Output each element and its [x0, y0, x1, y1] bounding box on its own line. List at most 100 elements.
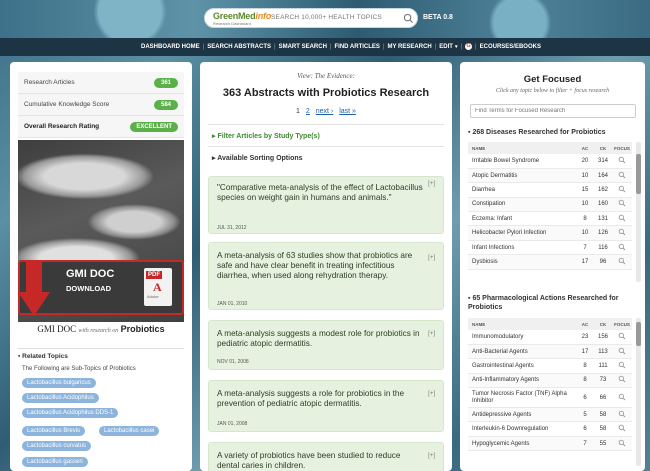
- related-tag[interactable]: Lactobacillus bulgaricus: [22, 378, 96, 388]
- table-row[interactable]: Anti-Inflammatory Agents 8 73: [468, 373, 632, 389]
- diseases-heading[interactable]: ▪ 268 Diseases Researched for Probiotics: [468, 128, 638, 137]
- header-search-box: GreenMedinfo Research Dashboard: [204, 8, 418, 28]
- abstract-card[interactable]: A meta-analysis suggests a modest role f…: [208, 320, 444, 370]
- site-logo[interactable]: GreenMedinfo Research Dashboard: [213, 11, 271, 26]
- nav-my-research[interactable]: MY RESEARCH: [388, 44, 432, 50]
- magnifier-icon[interactable]: [612, 254, 632, 270]
- row-name: Gastrointestinal Agents: [468, 358, 576, 374]
- stat-research-articles[interactable]: Research Articles 361: [18, 72, 184, 94]
- table-row[interactable]: Immunomodulatory 23 156: [468, 330, 632, 345]
- magnifier-icon[interactable]: [612, 330, 632, 345]
- table-row[interactable]: Antidepressive Agents 5 58: [468, 407, 632, 423]
- logo-accent: info: [255, 11, 272, 21]
- magnifier-icon[interactable]: [612, 154, 632, 169]
- abstract-card[interactable]: A meta-analysis suggests a role for prob…: [208, 380, 444, 432]
- magnifier-icon[interactable]: [612, 421, 632, 437]
- related-topics-heading[interactable]: ▪ Related Topics: [18, 348, 184, 360]
- page-last-link[interactable]: last »: [339, 108, 356, 115]
- pharma-heading[interactable]: ▪ 65 Pharmacological Actions Researched …: [468, 294, 638, 312]
- expand-button[interactable]: [+]: [428, 181, 435, 187]
- related-topics-label: Related Topics: [22, 353, 68, 360]
- row-ac: 17: [576, 254, 594, 270]
- table-row[interactable]: Gastrointestinal Agents 8 111: [468, 358, 632, 374]
- abstract-date: JUL 31, 2012: [217, 225, 247, 231]
- table-row[interactable]: Interleukin-6 Downregulation 6 58: [468, 421, 632, 437]
- col-focus: FOCUS: [612, 318, 632, 330]
- expand-button[interactable]: [+]: [428, 331, 435, 337]
- related-tag[interactable]: Lactobacillus curvatus: [22, 441, 92, 451]
- chevron-down-icon[interactable]: ▾: [455, 44, 458, 50]
- related-tag[interactable]: Lactobacillus Acidophilus: [22, 393, 99, 403]
- nav-edit[interactable]: EDIT: [439, 44, 453, 50]
- gmi-doc-caption[interactable]: GMI DOC with research on Probiotics: [18, 324, 184, 334]
- magnifier-icon[interactable]: [612, 240, 632, 256]
- col-ac: AC: [576, 318, 594, 330]
- related-tag[interactable]: Lactobacillus casei: [99, 426, 160, 436]
- nav-search-abstracts[interactable]: SEARCH ABSTRACTS: [207, 44, 271, 50]
- nav-separator: |: [274, 43, 276, 50]
- table-row[interactable]: Diarrhea 15 162: [468, 182, 632, 198]
- related-tag[interactable]: Lactobacillus Brevis: [22, 426, 86, 436]
- expand-button[interactable]: [+]: [428, 255, 435, 261]
- table-row[interactable]: Hypoglycemic Agents 7 55: [468, 436, 632, 452]
- scroll-thumb[interactable]: [636, 154, 641, 194]
- abstract-card[interactable]: A variety of probiotics have been studie…: [208, 442, 444, 471]
- stat-research-rating[interactable]: Overall Research Rating EXCELLENT: [18, 116, 184, 138]
- expand-button[interactable]: [+]: [428, 453, 435, 459]
- nav-dashboard-home[interactable]: DASHBOARD HOME: [141, 44, 200, 50]
- stat-knowledge-score[interactable]: Cumulative Knowledge Score 584: [18, 94, 184, 116]
- nav-ecourses[interactable]: ECOURSES/EBOOKS: [480, 44, 541, 50]
- table-row[interactable]: Eczema: Infant 8 131: [468, 211, 632, 227]
- rating-badge: EXCELLENT: [130, 121, 178, 132]
- row-name: Tumor Necrosis Factor (TNF) Alpha Inhibi…: [468, 387, 576, 409]
- magnifier-icon[interactable]: [612, 168, 632, 184]
- page-2-link[interactable]: 2: [306, 108, 310, 115]
- gmi-doc-title: GMI DOC: [66, 268, 115, 280]
- col-name: NAME: [468, 318, 576, 330]
- abstract-card[interactable]: "Comparative meta-analysis of the effect…: [208, 176, 444, 234]
- magnifier-icon[interactable]: [612, 225, 632, 241]
- expand-button[interactable]: [+]: [428, 391, 435, 397]
- divider: [208, 124, 444, 125]
- related-tag[interactable]: Lactobacillus gasseri: [22, 457, 88, 467]
- page-next-link[interactable]: next ›: [316, 108, 334, 115]
- magnifier-icon[interactable]: [612, 373, 632, 389]
- table-row[interactable]: Helicobacter Pylori Infection 10 126: [468, 225, 632, 241]
- filter-study-type-toggle[interactable]: ▸ Filter Articles by Study Type(s): [212, 132, 440, 140]
- table-row[interactable]: Irritable Bowel Syndrome 20 314: [468, 154, 632, 169]
- col-ck: CK: [594, 318, 612, 330]
- google-icon[interactable]: G: [465, 43, 473, 50]
- table-row[interactable]: Constipation 10 160: [468, 197, 632, 213]
- abstract-date: NOV 01, 2008: [217, 359, 249, 365]
- pharma-scrollbar[interactable]: [636, 318, 641, 466]
- related-tag[interactable]: Lactobacillus Acidophilus DDS-1: [22, 408, 119, 418]
- row-ck: 116: [594, 240, 612, 256]
- magnifier-icon[interactable]: [612, 358, 632, 374]
- scroll-thumb[interactable]: [636, 322, 641, 346]
- focused-search-input[interactable]: [470, 104, 636, 118]
- search-input[interactable]: [271, 14, 401, 21]
- table-row[interactable]: Tumor Necrosis Factor (TNF) Alpha Inhibi…: [468, 387, 632, 409]
- table-row[interactable]: Dysbiosis 17 96: [468, 254, 632, 270]
- magnifier-icon[interactable]: [612, 197, 632, 213]
- row-ck: 58: [594, 421, 612, 437]
- nav-smart-search[interactable]: SMART SEARCH: [279, 44, 327, 50]
- row-name: Atopic Dermatitis: [468, 168, 576, 184]
- table-row[interactable]: Atopic Dermatitis 10 164: [468, 168, 632, 184]
- abstract-card[interactable]: A meta-analysis of 63 studies show that …: [208, 242, 444, 310]
- magnifier-icon[interactable]: [612, 436, 632, 452]
- sorting-options-toggle[interactable]: ▸ Available Sorting Options: [212, 154, 440, 162]
- magnifier-icon[interactable]: [612, 344, 632, 360]
- magnifier-icon[interactable]: [612, 387, 632, 409]
- magnifier-icon[interactable]: [612, 211, 632, 227]
- gmi-doc-download-banner[interactable]: GMI DOC DOWNLOAD PDF A Adobe: [18, 260, 184, 316]
- magnifier-icon[interactable]: [612, 182, 632, 198]
- diseases-scrollbar[interactable]: [636, 142, 641, 282]
- table-row[interactable]: Anti-Bacterial Agents 17 113: [468, 344, 632, 360]
- magnifier-icon[interactable]: [612, 407, 632, 423]
- row-ac: 7: [576, 240, 594, 256]
- table-row[interactable]: Infant Infections 7 116: [468, 240, 632, 256]
- nav-find-articles[interactable]: FIND ARTICLES: [334, 44, 379, 50]
- col-ck: CK: [594, 142, 612, 154]
- search-icon[interactable]: [403, 13, 414, 24]
